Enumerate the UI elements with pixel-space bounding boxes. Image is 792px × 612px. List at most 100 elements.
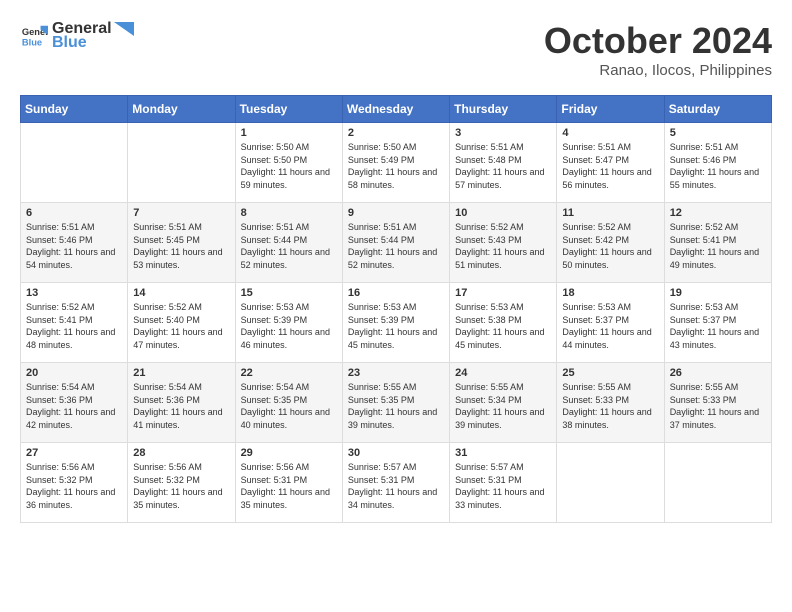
day-info: Sunrise: 5:55 AMSunset: 5:33 PMDaylight:… — [562, 382, 651, 430]
day-info: Sunrise: 5:51 AMSunset: 5:45 PMDaylight:… — [133, 222, 222, 270]
day-info: Sunrise: 5:52 AMSunset: 5:41 PMDaylight:… — [670, 222, 759, 270]
calendar-cell: 6 Sunrise: 5:51 AMSunset: 5:46 PMDayligh… — [21, 203, 128, 283]
day-number: 14 — [133, 287, 229, 299]
day-number: 4 — [562, 127, 658, 139]
day-info: Sunrise: 5:53 AMSunset: 5:39 PMDaylight:… — [348, 302, 437, 350]
day-number: 5 — [670, 127, 766, 139]
day-number: 12 — [670, 207, 766, 219]
day-info: Sunrise: 5:53 AMSunset: 5:37 PMDaylight:… — [562, 302, 651, 350]
day-info: Sunrise: 5:51 AMSunset: 5:48 PMDaylight:… — [455, 142, 544, 190]
calendar-cell: 27 Sunrise: 5:56 AMSunset: 5:32 PMDaylig… — [21, 443, 128, 523]
calendar-cell: 8 Sunrise: 5:51 AMSunset: 5:44 PMDayligh… — [235, 203, 342, 283]
calendar-cell: 18 Sunrise: 5:53 AMSunset: 5:37 PMDaylig… — [557, 283, 664, 363]
calendar-cell: 10 Sunrise: 5:52 AMSunset: 5:43 PMDaylig… — [450, 203, 557, 283]
day-number: 31 — [455, 447, 551, 459]
calendar-cell: 15 Sunrise: 5:53 AMSunset: 5:39 PMDaylig… — [235, 283, 342, 363]
day-info: Sunrise: 5:56 AMSunset: 5:32 PMDaylight:… — [26, 462, 115, 510]
day-number: 20 — [26, 367, 122, 379]
calendar-cell — [557, 443, 664, 523]
weekday-header: Wednesday — [342, 96, 449, 123]
calendar-cell: 24 Sunrise: 5:55 AMSunset: 5:34 PMDaylig… — [450, 363, 557, 443]
day-number: 30 — [348, 447, 444, 459]
day-number: 2 — [348, 127, 444, 139]
day-info: Sunrise: 5:54 AMSunset: 5:36 PMDaylight:… — [26, 382, 115, 430]
calendar-cell: 22 Sunrise: 5:54 AMSunset: 5:35 PMDaylig… — [235, 363, 342, 443]
day-info: Sunrise: 5:53 AMSunset: 5:38 PMDaylight:… — [455, 302, 544, 350]
day-number: 28 — [133, 447, 229, 459]
day-info: Sunrise: 5:54 AMSunset: 5:36 PMDaylight:… — [133, 382, 222, 430]
calendar-cell: 4 Sunrise: 5:51 AMSunset: 5:47 PMDayligh… — [557, 123, 664, 203]
calendar-cell: 1 Sunrise: 5:50 AMSunset: 5:50 PMDayligh… — [235, 123, 342, 203]
calendar-cell: 30 Sunrise: 5:57 AMSunset: 5:31 PMDaylig… — [342, 443, 449, 523]
calendar-cell: 20 Sunrise: 5:54 AMSunset: 5:36 PMDaylig… — [21, 363, 128, 443]
day-info: Sunrise: 5:50 AMSunset: 5:49 PMDaylight:… — [348, 142, 437, 190]
day-info: Sunrise: 5:55 AMSunset: 5:35 PMDaylight:… — [348, 382, 437, 430]
calendar-cell: 23 Sunrise: 5:55 AMSunset: 5:35 PMDaylig… — [342, 363, 449, 443]
svg-text:Blue: Blue — [22, 37, 42, 47]
day-info: Sunrise: 5:51 AMSunset: 5:44 PMDaylight:… — [348, 222, 437, 270]
day-info: Sunrise: 5:54 AMSunset: 5:35 PMDaylight:… — [241, 382, 330, 430]
calendar-cell: 28 Sunrise: 5:56 AMSunset: 5:32 PMDaylig… — [128, 443, 235, 523]
calendar-cell: 12 Sunrise: 5:52 AMSunset: 5:41 PMDaylig… — [664, 203, 771, 283]
day-number: 21 — [133, 367, 229, 379]
calendar-cell: 3 Sunrise: 5:51 AMSunset: 5:48 PMDayligh… — [450, 123, 557, 203]
day-number: 16 — [348, 287, 444, 299]
day-info: Sunrise: 5:51 AMSunset: 5:46 PMDaylight:… — [26, 222, 115, 270]
weekday-header: Sunday — [21, 96, 128, 123]
day-info: Sunrise: 5:55 AMSunset: 5:33 PMDaylight:… — [670, 382, 759, 430]
calendar-cell: 16 Sunrise: 5:53 AMSunset: 5:39 PMDaylig… — [342, 283, 449, 363]
day-number: 19 — [670, 287, 766, 299]
calendar-cell: 5 Sunrise: 5:51 AMSunset: 5:46 PMDayligh… — [664, 123, 771, 203]
day-number: 13 — [26, 287, 122, 299]
day-number: 1 — [241, 127, 337, 139]
calendar-cell: 14 Sunrise: 5:52 AMSunset: 5:40 PMDaylig… — [128, 283, 235, 363]
month-title: October 2024 — [544, 20, 772, 62]
day-number: 29 — [241, 447, 337, 459]
weekday-header: Monday — [128, 96, 235, 123]
logo: General Blue General Blue — [20, 20, 134, 52]
day-number: 23 — [348, 367, 444, 379]
day-number: 10 — [455, 207, 551, 219]
day-number: 24 — [455, 367, 551, 379]
calendar-table: SundayMondayTuesdayWednesdayThursdayFrid… — [20, 95, 772, 523]
day-number: 27 — [26, 447, 122, 459]
day-info: Sunrise: 5:52 AMSunset: 5:41 PMDaylight:… — [26, 302, 115, 350]
day-number: 3 — [455, 127, 551, 139]
weekday-header: Tuesday — [235, 96, 342, 123]
page-header: General Blue General Blue October 2024 R… — [20, 20, 772, 79]
title-block: October 2024 Ranao, Ilocos, Philippines — [544, 20, 772, 79]
day-number: 25 — [562, 367, 658, 379]
day-number: 18 — [562, 287, 658, 299]
day-info: Sunrise: 5:56 AMSunset: 5:31 PMDaylight:… — [241, 462, 330, 510]
day-number: 9 — [348, 207, 444, 219]
day-info: Sunrise: 5:51 AMSunset: 5:47 PMDaylight:… — [562, 142, 651, 190]
day-info: Sunrise: 5:52 AMSunset: 5:43 PMDaylight:… — [455, 222, 544, 270]
calendar-cell: 29 Sunrise: 5:56 AMSunset: 5:31 PMDaylig… — [235, 443, 342, 523]
day-info: Sunrise: 5:52 AMSunset: 5:42 PMDaylight:… — [562, 222, 651, 270]
weekday-header: Thursday — [450, 96, 557, 123]
calendar-cell: 13 Sunrise: 5:52 AMSunset: 5:41 PMDaylig… — [21, 283, 128, 363]
day-info: Sunrise: 5:52 AMSunset: 5:40 PMDaylight:… — [133, 302, 222, 350]
calendar-cell: 26 Sunrise: 5:55 AMSunset: 5:33 PMDaylig… — [664, 363, 771, 443]
calendar-header-row: SundayMondayTuesdayWednesdayThursdayFrid… — [21, 96, 772, 123]
day-number: 17 — [455, 287, 551, 299]
calendar-week-row: 13 Sunrise: 5:52 AMSunset: 5:41 PMDaylig… — [21, 283, 772, 363]
day-number: 7 — [133, 207, 229, 219]
day-number: 11 — [562, 207, 658, 219]
day-info: Sunrise: 5:51 AMSunset: 5:46 PMDaylight:… — [670, 142, 759, 190]
calendar-cell: 9 Sunrise: 5:51 AMSunset: 5:44 PMDayligh… — [342, 203, 449, 283]
location: Ranao, Ilocos, Philippines — [544, 62, 772, 79]
calendar-cell: 2 Sunrise: 5:50 AMSunset: 5:49 PMDayligh… — [342, 123, 449, 203]
day-number: 6 — [26, 207, 122, 219]
calendar-cell: 19 Sunrise: 5:53 AMSunset: 5:37 PMDaylig… — [664, 283, 771, 363]
day-number: 15 — [241, 287, 337, 299]
calendar-cell — [21, 123, 128, 203]
calendar-week-row: 20 Sunrise: 5:54 AMSunset: 5:36 PMDaylig… — [21, 363, 772, 443]
calendar-cell: 25 Sunrise: 5:55 AMSunset: 5:33 PMDaylig… — [557, 363, 664, 443]
calendar-cell: 31 Sunrise: 5:57 AMSunset: 5:31 PMDaylig… — [450, 443, 557, 523]
day-info: Sunrise: 5:56 AMSunset: 5:32 PMDaylight:… — [133, 462, 222, 510]
day-info: Sunrise: 5:51 AMSunset: 5:44 PMDaylight:… — [241, 222, 330, 270]
logo-arrow-icon — [114, 22, 134, 36]
calendar-cell — [664, 443, 771, 523]
day-number: 8 — [241, 207, 337, 219]
